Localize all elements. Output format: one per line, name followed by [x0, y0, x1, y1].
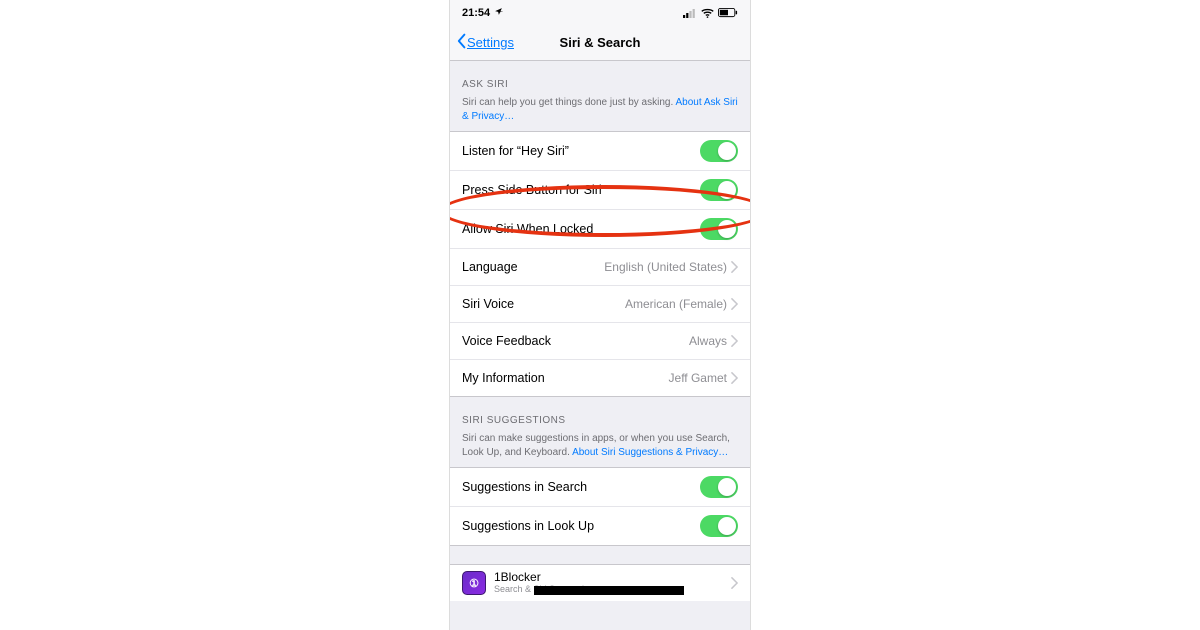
row-app-1blocker[interactable]: ① 1Blocker Search & Siri Suggestions: [450, 564, 750, 601]
group-ask-siri: Listen for “Hey Siri” Press Side Button …: [450, 131, 750, 397]
nav-bar: Settings Siri & Search: [450, 24, 750, 61]
row-my-information[interactable]: My Information Jeff Gamet: [450, 359, 750, 396]
row-label: Language: [462, 260, 518, 274]
row-suggestions-lookup[interactable]: Suggestions in Look Up: [450, 506, 750, 545]
row-value: English (United States): [604, 260, 727, 274]
app-subtitle: Search & Siri Suggestions: [494, 585, 731, 595]
back-label: Settings: [467, 35, 514, 50]
row-label: My Information: [462, 371, 545, 385]
row-listen-hey-siri[interactable]: Listen for “Hey Siri”: [450, 132, 750, 170]
chevron-right-icon: [731, 298, 738, 310]
section-footer-ask-siri: Siri can help you get things done just b…: [450, 94, 750, 131]
row-label: Siri Voice: [462, 297, 514, 311]
toggle-allow-when-locked[interactable]: [700, 218, 738, 240]
app-icon-1blocker: ①: [462, 571, 486, 595]
wifi-icon: [701, 8, 714, 18]
row-voice-feedback[interactable]: Voice Feedback Always: [450, 322, 750, 359]
cellular-icon: [683, 8, 697, 18]
phone-frame: 21:54: [449, 0, 751, 630]
row-label: Allow Siri When Locked: [462, 222, 593, 236]
row-value: American (Female): [625, 297, 727, 311]
location-icon: [494, 7, 503, 19]
section-header-ask-siri: ASK SIRI: [450, 61, 750, 94]
chevron-right-icon: [731, 372, 738, 384]
toggle-suggestions-search[interactable]: [700, 476, 738, 498]
chevron-right-icon: [731, 261, 738, 273]
row-language[interactable]: Language English (United States): [450, 248, 750, 285]
row-suggestions-search[interactable]: Suggestions in Search: [450, 468, 750, 506]
back-button[interactable]: Settings: [456, 33, 514, 52]
battery-icon: [718, 8, 738, 18]
group-suggestions: Suggestions in Search Suggestions in Loo…: [450, 467, 750, 546]
status-bar: 21:54: [450, 0, 750, 24]
row-label: Voice Feedback: [462, 334, 551, 348]
chevron-right-icon: [731, 577, 738, 589]
status-time: 21:54: [462, 7, 490, 19]
section-header-suggestions: SIRI SUGGESTIONS: [450, 397, 750, 430]
toggle-suggestions-lookup[interactable]: [700, 515, 738, 537]
row-siri-voice[interactable]: Siri Voice American (Female): [450, 285, 750, 322]
chevron-left-icon: [456, 33, 467, 52]
page-title: Siri & Search: [560, 35, 641, 50]
section-footer-suggestions: Siri can make suggestions in apps, or wh…: [450, 430, 750, 467]
row-value: Always: [689, 334, 727, 348]
redaction-bar: [534, 586, 684, 595]
about-suggestions-link[interactable]: About Siri Suggestions & Privacy…: [572, 447, 728, 458]
toggle-press-side-button[interactable]: [700, 179, 738, 201]
row-allow-when-locked[interactable]: Allow Siri When Locked: [450, 209, 750, 248]
row-value: Jeff Gamet: [669, 371, 727, 385]
row-press-side-button[interactable]: Press Side Button for Siri: [450, 170, 750, 209]
chevron-right-icon: [731, 335, 738, 347]
row-label: Listen for “Hey Siri”: [462, 144, 569, 158]
toggle-listen-hey-siri[interactable]: [700, 140, 738, 162]
row-label: Suggestions in Search: [462, 480, 587, 494]
row-label: Suggestions in Look Up: [462, 519, 594, 533]
row-label: Press Side Button for Siri: [462, 183, 602, 197]
